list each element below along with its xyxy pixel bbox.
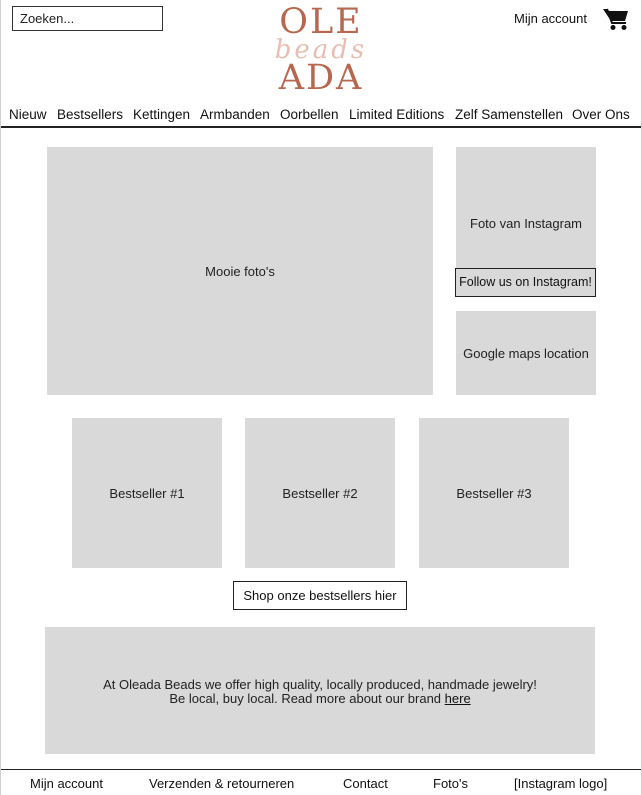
maps-label: Google maps location	[463, 346, 589, 361]
follow-instagram-button[interactable]: Follow us on Instagram!	[455, 268, 596, 297]
about-read-more-link[interactable]: here	[445, 691, 471, 706]
hero-label: Mooie foto's	[205, 264, 275, 279]
about-section: At Oleada Beads we offer high quality, l…	[45, 627, 595, 754]
about-text-line2: Be local, buy local. Read more about our…	[45, 691, 595, 707]
nav-item-armbanden[interactable]: Armbanden	[200, 106, 270, 124]
shopping-cart-icon[interactable]	[603, 7, 629, 31]
about-text: Be local, buy local. Read more about our…	[169, 691, 442, 706]
nav-item-bestsellers[interactable]: Bestsellers	[57, 106, 123, 124]
bestseller-label: Bestseller #3	[456, 486, 532, 501]
footer-divider	[1, 769, 641, 770]
brand-logo[interactable]: OLE beads ADA	[274, 2, 368, 98]
footer-link-photos[interactable]: Foto's	[433, 776, 468, 792]
bestseller-card-3[interactable]: Bestseller #3	[419, 418, 569, 568]
hero-image-placeholder: Mooie foto's	[47, 147, 433, 395]
instagram-label: Foto van Instagram	[470, 216, 582, 231]
nav-item-over-ons[interactable]: Over Ons	[572, 106, 630, 124]
bestseller-label: Bestseller #2	[282, 486, 358, 501]
nav-item-kettingen[interactable]: Kettingen	[133, 106, 190, 124]
nav-divider	[1, 126, 641, 128]
google-maps-placeholder[interactable]: Google maps location	[456, 311, 596, 395]
footer-link-account[interactable]: Mijn account	[30, 776, 103, 792]
nav-item-oorbellen[interactable]: Oorbellen	[280, 106, 339, 124]
nav-item-limited-editions[interactable]: Limited Editions	[349, 106, 444, 124]
main-nav: Nieuw Bestsellers Kettingen Armbanden Oo…	[0, 106, 642, 126]
nav-item-nieuw[interactable]: Nieuw	[9, 106, 47, 124]
shop-bestsellers-button[interactable]: Shop onze bestsellers hier	[233, 581, 407, 610]
bestseller-card-1[interactable]: Bestseller #1	[72, 418, 222, 568]
account-link[interactable]: Mijn account	[514, 11, 587, 27]
nav-item-zelf-samenstellen[interactable]: Zelf Samenstellen	[455, 106, 563, 124]
bestseller-card-2[interactable]: Bestseller #2	[245, 418, 395, 568]
footer-link-contact[interactable]: Contact	[343, 776, 388, 792]
logo-text-bottom: ADA	[278, 58, 364, 98]
bestseller-label: Bestseller #1	[109, 486, 185, 501]
footer-instagram-logo[interactable]: [Instagram logo]	[514, 776, 607, 792]
footer-link-shipping-returns[interactable]: Verzenden & retourneren	[149, 776, 294, 792]
search-input[interactable]	[12, 6, 163, 31]
